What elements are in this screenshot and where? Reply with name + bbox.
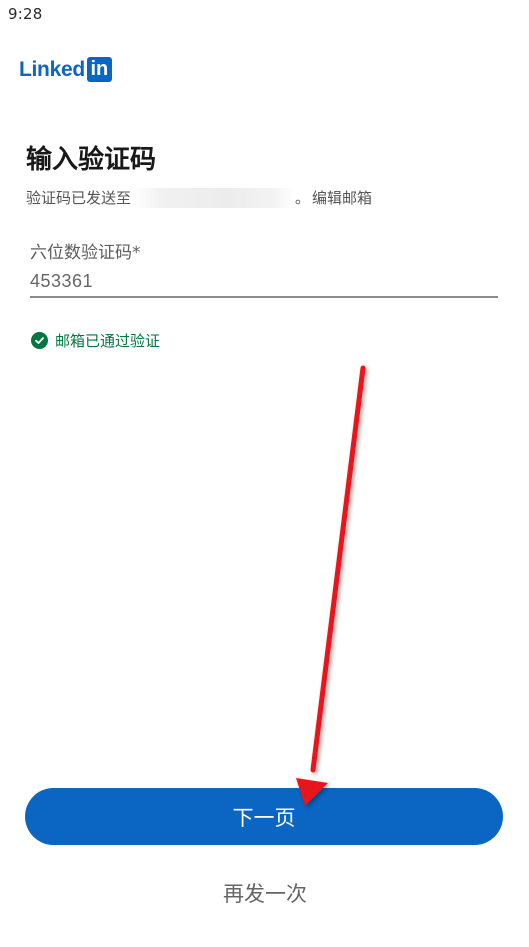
sent-to-suffix: 。	[295, 189, 311, 207]
check-circle-icon	[31, 332, 48, 349]
code-field-label: 六位数验证码*	[30, 243, 141, 263]
redacted-email	[133, 187, 294, 208]
linkedin-logo: Linked in	[19, 56, 112, 82]
resend-code-button[interactable]: 再发一次	[165, 872, 365, 914]
logo-wordmark: Linked	[19, 57, 85, 81]
sent-to-notice: 验证码已发送至 。 编辑邮箱	[26, 187, 372, 208]
edit-email-link[interactable]: 编辑邮箱	[312, 187, 372, 208]
page-title: 输入验证码	[26, 145, 157, 175]
verification-message: 邮箱已通过验证	[55, 332, 161, 350]
next-page-button[interactable]: 下一页	[25, 788, 503, 845]
verification-status: 邮箱已通过验证	[31, 330, 160, 351]
logo-in-box: in	[86, 56, 112, 82]
verification-code-input[interactable]	[30, 266, 498, 298]
status-bar-time: 9:28	[8, 5, 43, 23]
sent-to-prefix: 验证码已发送至	[26, 189, 132, 207]
